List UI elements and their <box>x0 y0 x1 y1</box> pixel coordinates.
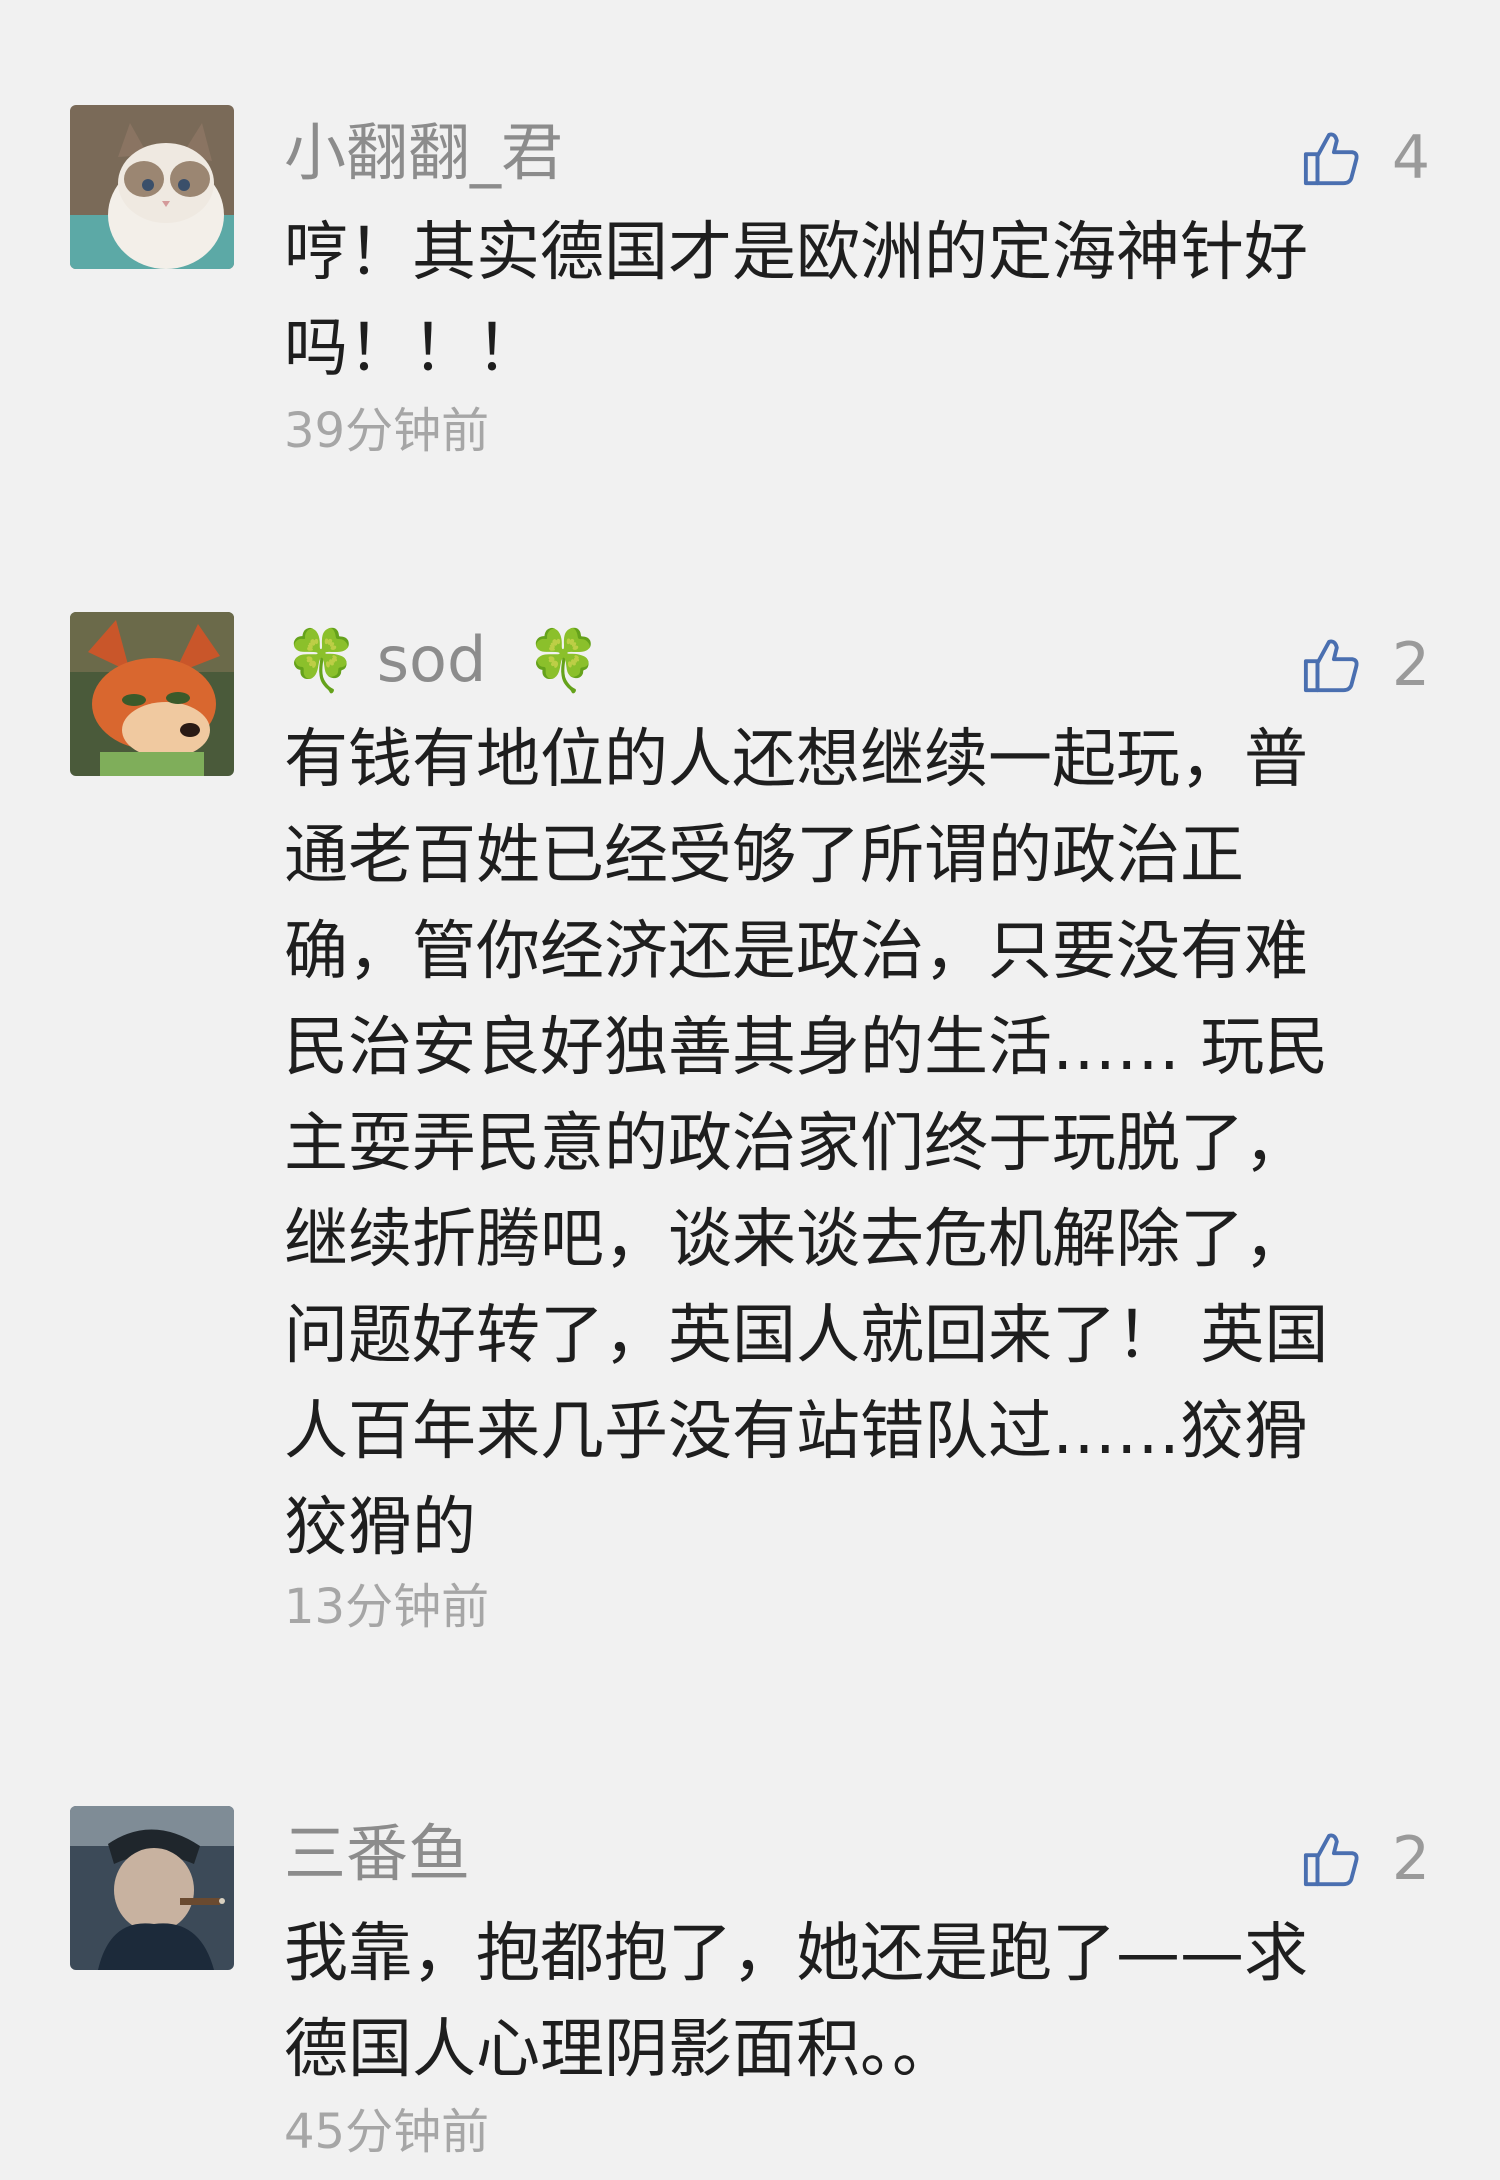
thumbs-up-icon <box>1303 1833 1359 1887</box>
username[interactable]: 🍀 sod 🍀 <box>284 620 601 701</box>
comment-item: 三番鱼 2 我靠，抱都抱了，她还是跑了——求 德国人心理阴影面积。。 45分钟前 <box>0 1806 1500 2180</box>
thumbs-up-icon <box>1303 639 1359 693</box>
like-count: 4 <box>1391 123 1430 193</box>
comment-item: 小翻翻_君 4 哼！其实德国才是欧洲的定海神针好 吗！！！ 39分钟前 <box>0 105 1500 485</box>
cat-avatar-icon[interactable] <box>70 105 234 269</box>
like-button[interactable]: 2 <box>1302 630 1430 700</box>
timestamp: 39分钟前 <box>284 403 490 459</box>
username[interactable]: 三番鱼 <box>284 1814 470 1894</box>
man-with-cigar-avatar-icon[interactable] <box>70 1806 234 1970</box>
clover-icon: 🍀 <box>526 626 602 696</box>
comment-item: 🍀 sod 🍀 2 有钱有地位的人还想继续一起玩，普 通老百姓已经受够了所谓的政治正… <box>0 612 1500 1662</box>
fox-avatar-icon[interactable] <box>70 612 234 776</box>
comment-text: 哼！其实德国才是欧洲的定海神针好 吗！！！ <box>284 216 1308 386</box>
thumbs-up-icon <box>1303 132 1359 186</box>
clover-icon: 🍀 <box>284 626 359 696</box>
like-count: 2 <box>1391 630 1430 700</box>
comment-text: 我靠，抱都抱了，她还是跑了——求 德国人心理阴影面积。。 <box>284 1917 1308 2087</box>
username[interactable]: 小翻翻_君 <box>284 113 563 193</box>
like-button[interactable]: 2 <box>1302 1824 1430 1894</box>
like-button[interactable]: 4 <box>1302 123 1430 193</box>
timestamp: 45分钟前 <box>284 2104 490 2160</box>
timestamp: 13分钟前 <box>284 1579 490 1635</box>
like-count: 2 <box>1391 1824 1430 1894</box>
comment-text: 有钱有地位的人还想继续一起玩，普 通老百姓已经受够了所谓的政治正 确，管你经济还… <box>284 723 1329 1565</box>
